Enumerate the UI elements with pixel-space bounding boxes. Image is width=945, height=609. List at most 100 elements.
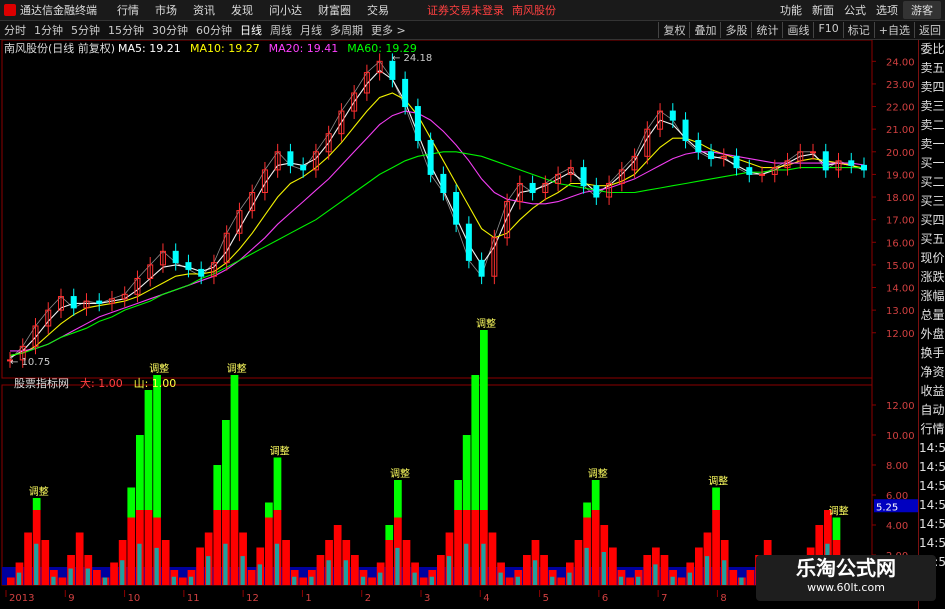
menu-market[interactable]: 市场 [155, 2, 177, 18]
menu-news[interactable]: 资讯 [193, 2, 215, 18]
green-bar [136, 435, 144, 510]
menu-formula[interactable]: 公式 [844, 2, 866, 18]
side-item[interactable]: 14:50 [919, 439, 945, 458]
back-button[interactable]: 返回 [914, 22, 945, 38]
period-more[interactable]: 更多 > [371, 22, 406, 38]
side-item[interactable]: 现价 [919, 249, 945, 268]
side-item[interactable]: 14:50 [919, 496, 945, 515]
period-multi[interactable]: 多周期 [330, 22, 363, 38]
menu-quotes[interactable]: 行情 [117, 2, 139, 18]
side-item[interactable]: 14:50 [919, 477, 945, 496]
green-bar [394, 480, 402, 518]
teal-bar [636, 576, 641, 585]
period-60min[interactable]: 60分钟 [196, 22, 232, 38]
candle-body [529, 182, 536, 194]
candle-body [733, 155, 740, 169]
teal-bar [274, 543, 280, 585]
period-1min[interactable]: 1分钟 [34, 22, 63, 38]
period-30min[interactable]: 30分钟 [152, 22, 188, 38]
f10-button[interactable]: F10 [813, 22, 842, 38]
restore-right-button[interactable]: 复权 [658, 22, 689, 38]
period-intraday[interactable]: 分时 [4, 22, 26, 38]
side-item[interactable]: 卖四 [919, 78, 945, 97]
side-item[interactable]: 收益 [919, 382, 945, 401]
guest-button[interactable]: 游客 [903, 1, 941, 19]
candle-body [695, 139, 702, 153]
menu-assistant[interactable]: 问小达 [269, 2, 302, 18]
main-legend-title: 南风股份(日线 前复权) [4, 41, 115, 55]
teal-bar [739, 577, 744, 585]
draw-line-button[interactable]: 画线 [782, 22, 813, 38]
candle-body [848, 160, 855, 166]
side-item[interactable]: 买三 [919, 192, 945, 211]
red-bar [316, 555, 325, 585]
candle-body [822, 151, 829, 171]
red-bar [505, 577, 514, 585]
side-item[interactable]: 涨跌 [919, 268, 945, 287]
overlay-button[interactable]: 叠加 [689, 22, 720, 38]
green-bar [583, 502, 591, 518]
green-bar [471, 375, 480, 510]
side-item[interactable]: 行情 [919, 420, 945, 439]
side-item[interactable]: 外盘 [919, 325, 945, 344]
menu-newpage[interactable]: 新面 [812, 2, 834, 18]
menu-wealth[interactable]: 财富圈 [318, 2, 351, 18]
teal-bar [429, 576, 434, 585]
period-monthly[interactable]: 月线 [300, 22, 322, 38]
side-item[interactable]: 买二 [919, 173, 945, 192]
statistics-button[interactable]: 统计 [751, 22, 782, 38]
menu-discover[interactable]: 发现 [231, 2, 253, 18]
teal-bar [360, 576, 366, 585]
sub-y-tick-label: 10.00 [886, 431, 915, 442]
teal-bar [498, 572, 503, 585]
period-daily[interactable]: 日线 [240, 22, 262, 38]
mark-button[interactable]: 标记 [842, 22, 874, 38]
red-bar [282, 540, 290, 585]
watermark-url: www.60lt.com [807, 581, 885, 594]
side-item[interactable]: 自动 [919, 401, 945, 420]
menu-function[interactable]: 功能 [780, 2, 802, 18]
red-bar [368, 577, 376, 585]
side-item[interactable]: 买一 [919, 154, 945, 173]
red-bar [265, 517, 273, 585]
sub-legend-title: 股票指标网 [14, 376, 69, 390]
menu-trade[interactable]: 交易 [367, 2, 389, 18]
teal-bar [206, 556, 211, 585]
login-warning[interactable]: 证券交易未登录 [427, 2, 504, 18]
y-tick-label: 13.00 [886, 306, 915, 317]
multi-stock-button[interactable]: 多股 [720, 22, 751, 38]
chart-area[interactable]: ← 10.75← 24.18 24.0023.0022.0021.0020.00… [0, 40, 918, 609]
teal-bar [51, 576, 56, 585]
side-item[interactable]: 卖五 [919, 59, 945, 78]
teal-bar [395, 547, 400, 585]
red-bar [557, 577, 566, 585]
teal-bar [722, 560, 727, 585]
side-item[interactable]: 换手 [919, 344, 945, 363]
side-item[interactable]: 买五 [919, 230, 945, 249]
red-bar [93, 570, 101, 585]
side-item[interactable]: 14:50 [919, 515, 945, 534]
side-item[interactable]: 卖三 [919, 97, 945, 116]
side-item[interactable]: 买四 [919, 211, 945, 230]
teal-bar [16, 572, 22, 585]
add-watchlist-button[interactable]: +自选 [873, 22, 914, 38]
side-item[interactable]: 净资 [919, 363, 945, 382]
side-item[interactable]: 委比 [919, 40, 945, 59]
period-weekly[interactable]: 周线 [270, 22, 292, 38]
side-item[interactable]: 14:50 [919, 458, 945, 477]
side-item[interactable]: 卖二 [919, 116, 945, 135]
side-item[interactable]: 涨幅 [919, 287, 945, 306]
period-5min[interactable]: 5分钟 [71, 22, 100, 38]
y-tick-label: 23.00 [886, 80, 915, 91]
red-bar [454, 510, 462, 585]
y-tick-label: 14.00 [886, 284, 915, 295]
period-15min[interactable]: 15分钟 [108, 22, 144, 38]
green-bar [144, 390, 153, 510]
y-tick-label: 12.00 [886, 329, 915, 340]
green-bar [222, 420, 230, 510]
menu-options[interactable]: 选项 [876, 2, 898, 18]
side-item[interactable]: 卖一 [919, 135, 945, 154]
side-item[interactable]: 14:50 [919, 534, 945, 553]
side-item[interactable]: 总量 [919, 306, 945, 325]
red-bar [333, 525, 342, 585]
